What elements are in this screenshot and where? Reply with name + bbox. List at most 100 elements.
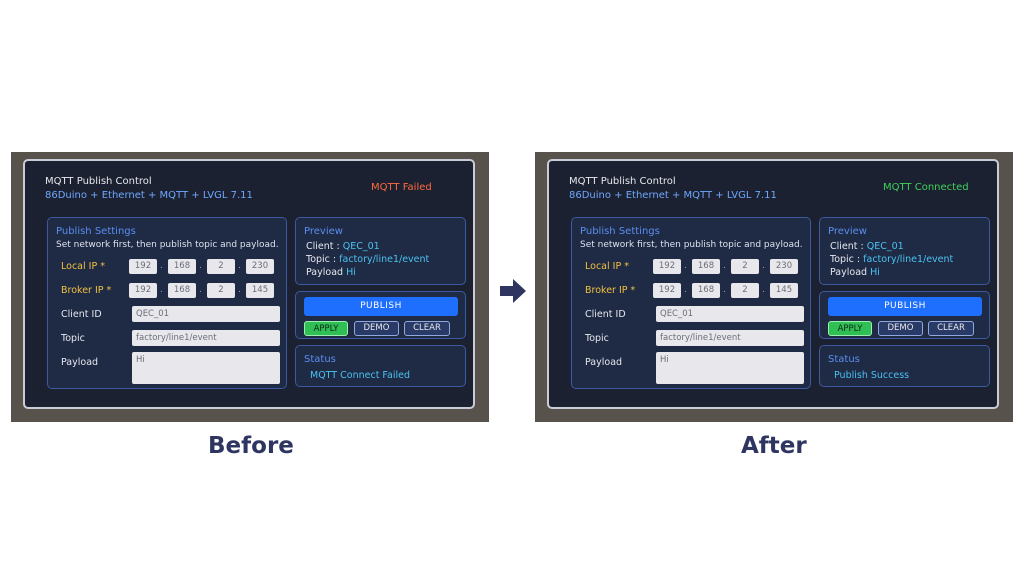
app-title: MQTT Publish Control [569,176,676,187]
payload-field[interactable]: Hi [132,352,280,384]
publish-settings-panel: Publish Settings Set network first, then… [571,217,811,389]
broker-ip-octet-1[interactable]: 192 [129,283,157,298]
device-screen: MQTT Publish Control 86Duino + Ethernet … [23,159,475,409]
local-ip-label: Local IP * [585,261,629,272]
local-ip-octet-2[interactable]: 168 [692,259,720,274]
ip-dot: . [723,285,726,295]
publish-button[interactable]: PUBLISH [304,297,458,316]
after-photo: MQTT Publish Control 86Duino + Ethernet … [535,152,1013,422]
local-ip-octet-1[interactable]: 192 [129,259,157,274]
ip-dot: . [238,285,241,295]
action-panel: PUBLISH APPLY DEMO CLEAR [819,291,990,339]
preview-client-value: QEC_01 [866,241,904,252]
preview-client-label: Client : [830,241,864,252]
local-ip-octet-3[interactable]: 2 [731,259,759,274]
ip-dot: . [762,285,765,295]
topic-label: Topic [585,333,609,344]
broker-ip-octet-1[interactable]: 192 [653,283,681,298]
ip-dot: . [684,261,687,271]
publish-button[interactable]: PUBLISH [828,297,982,316]
app-subtitle: 86Duino + Ethernet + MQTT + LVGL 7.11 [569,190,777,201]
preview-topic: Topic : factory/line1/event [830,254,953,265]
client-id-label: Client ID [585,309,626,320]
local-ip-octet-3[interactable]: 2 [207,259,235,274]
demo-button[interactable]: DEMO [878,321,923,336]
status-heading: Status [304,354,336,365]
arrow-right-icon [500,279,526,303]
demo-button[interactable]: DEMO [354,321,399,336]
preview-payload: Payload Hi [306,267,356,278]
preview-topic-label: Topic : [306,254,337,265]
apply-button[interactable]: APPLY [828,321,872,336]
status-panel: Status MQTT Connect Failed [295,345,466,387]
client-id-field[interactable]: QEC_01 [132,306,280,322]
ip-dot: . [160,261,163,271]
preview-payload-label: Payload [830,267,868,278]
ip-dot: . [684,285,687,295]
local-ip-octet-2[interactable]: 168 [168,259,196,274]
preview-panel: Preview Client : QEC_01 Topic : factory/… [819,217,990,285]
broker-ip-label: Broker IP * [585,285,636,296]
broker-ip-octet-4[interactable]: 145 [770,283,798,298]
broker-ip-octet-3[interactable]: 2 [731,283,759,298]
client-id-field[interactable]: QEC_01 [656,306,804,322]
topic-field[interactable]: factory/line1/event [132,330,280,346]
connection-status: MQTT Failed [371,182,432,193]
device-screen: MQTT Publish Control 86Duino + Ethernet … [547,159,999,409]
payload-label: Payload [585,357,623,368]
publish-settings-heading: Publish Settings [56,226,136,237]
preview-topic-label: Topic : [830,254,861,265]
app-title: MQTT Publish Control [45,176,152,187]
preview-payload-value: Hi [346,267,356,278]
settings-hint: Set network first, then publish topic an… [56,240,279,250]
local-ip-octet-4[interactable]: 230 [246,259,274,274]
preview-topic-value: factory/line1/event [863,254,954,265]
after-caption: After [741,433,807,459]
preview-payload-value: Hi [870,267,880,278]
status-text: MQTT Connect Failed [310,370,411,381]
publish-settings-panel: Publish Settings Set network first, then… [47,217,287,389]
broker-ip-octet-4[interactable]: 145 [246,283,274,298]
preview-panel: Preview Client : QEC_01 Topic : factory/… [295,217,466,285]
settings-hint: Set network first, then publish topic an… [580,240,803,250]
publish-settings-heading: Publish Settings [580,226,660,237]
local-ip-octet-1[interactable]: 192 [653,259,681,274]
ip-dot: . [199,261,202,271]
topic-label: Topic [61,333,85,344]
ip-dot: . [199,285,202,295]
preview-heading: Preview [828,226,867,237]
ip-dot: . [238,261,241,271]
local-ip-octet-4[interactable]: 230 [770,259,798,274]
preview-client: Client : QEC_01 [306,241,380,252]
broker-ip-octet-3[interactable]: 2 [207,283,235,298]
payload-label: Payload [61,357,99,368]
apply-button[interactable]: APPLY [304,321,348,336]
ip-dot: . [160,285,163,295]
action-panel: PUBLISH APPLY DEMO CLEAR [295,291,466,339]
before-caption: Before [208,433,294,459]
topic-field[interactable]: factory/line1/event [656,330,804,346]
app-subtitle: 86Duino + Ethernet + MQTT + LVGL 7.11 [45,190,253,201]
preview-heading: Preview [304,226,343,237]
preview-client: Client : QEC_01 [830,241,904,252]
client-id-label: Client ID [61,309,102,320]
status-text: Publish Success [834,370,910,381]
status-heading: Status [828,354,860,365]
broker-ip-octet-2[interactable]: 168 [692,283,720,298]
preview-topic: Topic : factory/line1/event [306,254,429,265]
broker-ip-octet-2[interactable]: 168 [168,283,196,298]
clear-button[interactable]: CLEAR [404,321,450,336]
clear-button[interactable]: CLEAR [928,321,974,336]
preview-payload-label: Payload [306,267,344,278]
payload-field[interactable]: Hi [656,352,804,384]
before-photo: MQTT Publish Control 86Duino + Ethernet … [11,152,489,422]
preview-payload: Payload Hi [830,267,880,278]
ip-dot: . [723,261,726,271]
connection-status: MQTT Connected [883,182,969,193]
preview-topic-value: factory/line1/event [339,254,430,265]
preview-client-label: Client : [306,241,340,252]
status-panel: Status Publish Success [819,345,990,387]
local-ip-label: Local IP * [61,261,105,272]
preview-client-value: QEC_01 [342,241,380,252]
broker-ip-label: Broker IP * [61,285,112,296]
